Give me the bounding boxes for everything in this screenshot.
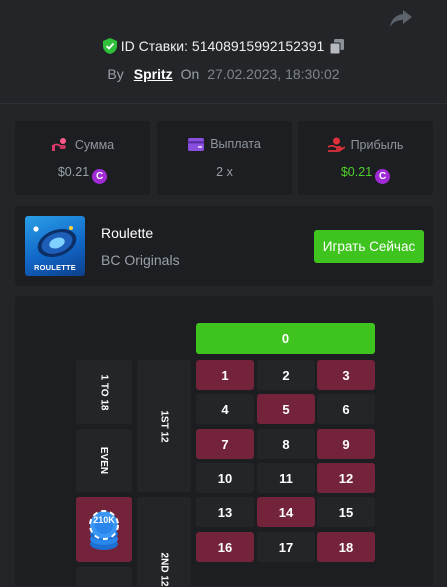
amount-icon: [51, 138, 66, 151]
cell-zero[interactable]: 0: [196, 323, 375, 354]
number-cell[interactable]: 15: [317, 497, 375, 527]
number-cell[interactable]: 10: [196, 463, 254, 493]
amount-value: $0.21: [57, 165, 90, 179]
number-cell[interactable]: 9: [317, 429, 375, 459]
number-cell[interactable]: 8: [257, 429, 315, 459]
first-dozen-label: 1ST 12: [158, 409, 170, 443]
thumb-label: ROULETTE: [33, 263, 76, 272]
number-cell[interactable]: 13: [196, 497, 254, 527]
chip-amount: 210K: [93, 515, 115, 525]
play-now-button[interactable]: Играть Сейчас: [314, 230, 424, 263]
stat-amount: Сумма $0.21 C: [15, 121, 150, 195]
bet-first-dozen[interactable]: 1ST 12: [137, 360, 191, 492]
payout-value: 2 x: [216, 165, 233, 179]
bet-datetime: 27.02.2023, 18:30:02: [207, 66, 340, 82]
amount-label: Сумма: [74, 138, 115, 152]
number-cell[interactable]: 16: [196, 532, 254, 562]
game-thumbnail[interactable]: ROULETTE: [25, 216, 85, 276]
number-cell[interactable]: 11: [257, 463, 315, 493]
number-cell[interactable]: 14: [257, 497, 315, 527]
on-label: On: [180, 66, 200, 82]
game-provider: BC Originals: [101, 252, 180, 268]
number-cell[interactable]: 12: [317, 463, 375, 493]
bet-second-dozen[interactable]: 2ND 12: [137, 497, 191, 587]
profit-label: Прибыль: [350, 138, 404, 152]
number-cell[interactable]: 4: [196, 394, 254, 424]
coin-icon: C: [92, 169, 108, 184]
bet-even[interactable]: EVEN: [76, 429, 132, 492]
roulette-table: 0 1 TO 18 EVEN 210K 1ST 12 2ND 12 123456…: [15, 296, 433, 587]
number-cell[interactable]: 7: [196, 429, 254, 459]
bet-id-line: ID Ставки: 51408915992152391: [0, 38, 447, 57]
stat-payout: Выплата 2 x: [157, 121, 292, 195]
divider: [0, 103, 447, 104]
number-cell[interactable]: 18: [317, 532, 375, 562]
bet-outside-next[interactable]: [76, 567, 132, 587]
game-name: Roulette: [101, 225, 154, 241]
copy-icon[interactable]: [329, 39, 345, 57]
number-cell[interactable]: 6: [317, 394, 375, 424]
number-cell[interactable]: 2: [257, 360, 315, 390]
second-dozen-label: 2ND 12: [158, 552, 170, 587]
bet-red-with-chip[interactable]: 210K: [76, 497, 132, 562]
bet-id-label: ID Ставки:: [120, 38, 189, 54]
game-card: ROULETTE Roulette BC Originals Играть Се…: [15, 206, 433, 286]
bet-1-to-18-label: 1 TO 18: [98, 374, 110, 410]
stat-profit: Прибыль $0.21 C: [298, 121, 433, 195]
bet-id-value: 51408915992152391: [191, 38, 325, 54]
payout-label: Выплата: [210, 137, 261, 151]
bet-meta: By Spritz On 27.02.2023, 18:30:02: [0, 66, 447, 82]
share-icon[interactable]: [389, 8, 415, 30]
payout-icon: [188, 138, 205, 151]
profit-icon: [327, 137, 346, 152]
number-cell[interactable]: 1: [196, 360, 254, 390]
bet-even-label: EVEN: [98, 446, 110, 475]
verified-shield-icon: [102, 38, 117, 57]
user-link[interactable]: Spritz: [134, 66, 173, 82]
profit-value: $0.21: [340, 165, 373, 179]
number-cell[interactable]: 17: [257, 532, 315, 562]
coin-icon: C: [375, 169, 391, 184]
by-label: By: [107, 66, 124, 82]
number-cell[interactable]: 5: [257, 394, 315, 424]
number-cell[interactable]: 3: [317, 360, 375, 390]
bet-1-to-18[interactable]: 1 TO 18: [76, 360, 132, 424]
